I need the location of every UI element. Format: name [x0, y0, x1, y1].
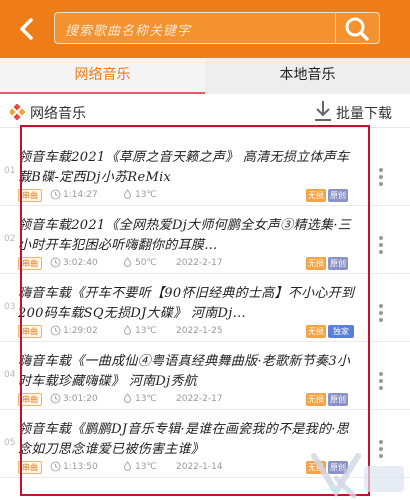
quality-badge: 无损: [306, 393, 326, 406]
song-duration: 1:29:02: [63, 326, 98, 336]
song-title: 领音车载2021《全网热爱Dj大师何鹏全女声③精选集·三小时开车犯困必听嗨翻你的…: [18, 218, 352, 253]
search-input[interactable]: 搜索歌曲名称关键字: [54, 12, 336, 44]
search-placeholder: 搜索歌曲名称关键字: [65, 24, 192, 39]
quality-badge: 无损: [306, 325, 326, 338]
song-item[interactable]: 04 嗨音车载《一曲成仙④粤语真经典舞曲版·老歌新节奏3小时车载珍藏嗨碟》 河南…: [0, 344, 410, 410]
heat-icon: [123, 393, 132, 403]
song-item[interactable]: 03 嗨音车载《开车不要听【90怀旧经典的士高】不小心开到200码车载SQ无损D…: [0, 276, 410, 342]
song-item[interactable]: 01 领音车载2021《草原之音天籁之声》 高清无损立体声车载B碟-定西Dj小苏…: [0, 140, 410, 206]
search-button[interactable]: [336, 12, 380, 44]
more-options-icon[interactable]: [374, 166, 388, 188]
section-title: 网络音乐: [30, 106, 86, 122]
section-header: 网络音乐 批量下载: [0, 94, 410, 128]
song-meta: 串曲 3:02:40 50℃ 2022-2-17 无损 原创: [18, 257, 358, 271]
song-duration: 1:14:27: [63, 190, 98, 200]
song-index: 01: [4, 166, 16, 176]
original-badge: 原创: [328, 257, 348, 270]
batch-download-label: 批量下载: [336, 106, 392, 122]
chevron-left-icon: [20, 18, 33, 40]
song-date: 2022-2-17: [176, 394, 223, 404]
song-index: 05: [4, 438, 16, 448]
heat-icon: [123, 257, 132, 267]
heat-icon: [123, 189, 132, 199]
song-meta: 串曲 1:14:27 13℃ 无损 原创: [18, 189, 358, 203]
clock-icon: [50, 257, 61, 268]
song-heat: 13℃: [135, 326, 157, 336]
top-bar: 搜索歌曲名称关键字: [0, 0, 410, 58]
song-title: 领音车载2021《草原之音天籁之声》 高清无损立体声车载B碟-定西Dj小苏ReM…: [18, 150, 350, 185]
song-heat: 13℃: [135, 190, 157, 200]
song-duration: 1:13:50: [63, 462, 98, 472]
song-date: 2022-1-25: [176, 326, 223, 336]
original-badge: 原创: [328, 189, 348, 202]
song-heat: 13℃: [135, 394, 157, 404]
more-options-icon[interactable]: [374, 234, 388, 256]
quality-badge: 无损: [306, 189, 326, 202]
clock-icon: [50, 393, 61, 404]
watermark-logo: [311, 453, 404, 499]
diamond-logo-icon: [10, 104, 26, 120]
song-heat: 13℃: [135, 462, 157, 472]
source-badge: 串曲: [18, 393, 42, 406]
song-title: 嗨音车载《开车不要听【90怀旧经典的士高】不小心开到200码车载SQ无损DJ大碟…: [18, 286, 355, 321]
song-index: 02: [4, 234, 16, 244]
song-title: 嗨音车载《一曲成仙④粤语真经典舞曲版·老歌新节奏3小时车载珍藏嗨碟》 河南Dj秀…: [18, 354, 351, 389]
clock-icon: [50, 461, 61, 472]
source-badge: 串曲: [18, 325, 42, 338]
song-meta: 串曲 3:01:20 13℃ 2022-2-17 无损 原创: [18, 393, 358, 407]
song-date: 2022-1-14: [176, 462, 223, 472]
exclusive-badge: 独家: [328, 325, 354, 338]
music-tabs: 网络音乐 本地音乐: [0, 58, 410, 94]
heat-icon: [123, 325, 132, 335]
clock-icon: [50, 325, 61, 336]
source-badge: 串曲: [18, 189, 42, 202]
song-meta: 串曲 1:29:02 13℃ 2022-1-25 无损 独家: [18, 325, 358, 339]
tab-online-music[interactable]: 网络音乐: [0, 58, 205, 94]
tab-local-music[interactable]: 本地音乐: [205, 58, 410, 94]
more-options-icon[interactable]: [374, 370, 388, 392]
source-badge: 串曲: [18, 257, 42, 270]
back-button[interactable]: [12, 14, 42, 44]
heat-icon: [123, 461, 132, 471]
song-item[interactable]: 02 领音车载2021《全网热爱Dj大师何鹏全女声③精选集·三小时开车犯困必听嗨…: [0, 208, 410, 274]
original-badge: 原创: [328, 393, 348, 406]
song-date: 2022-2-17: [176, 258, 223, 268]
song-index: 04: [4, 370, 16, 380]
song-duration: 3:02:40: [63, 258, 98, 268]
song-index: 03: [4, 302, 16, 312]
search-icon: [345, 17, 369, 41]
song-heat: 50℃: [135, 258, 157, 268]
quality-badge: 无损: [306, 257, 326, 270]
song-list: 01 领音车载2021《草原之音天籁之声》 高清无损立体声车载B碟-定西Dj小苏…: [0, 128, 410, 500]
more-options-icon[interactable]: [374, 302, 388, 324]
song-duration: 3:01:20: [63, 394, 98, 404]
download-icon: [315, 101, 331, 121]
source-badge: 串曲: [18, 461, 42, 474]
clock-icon: [50, 189, 61, 200]
